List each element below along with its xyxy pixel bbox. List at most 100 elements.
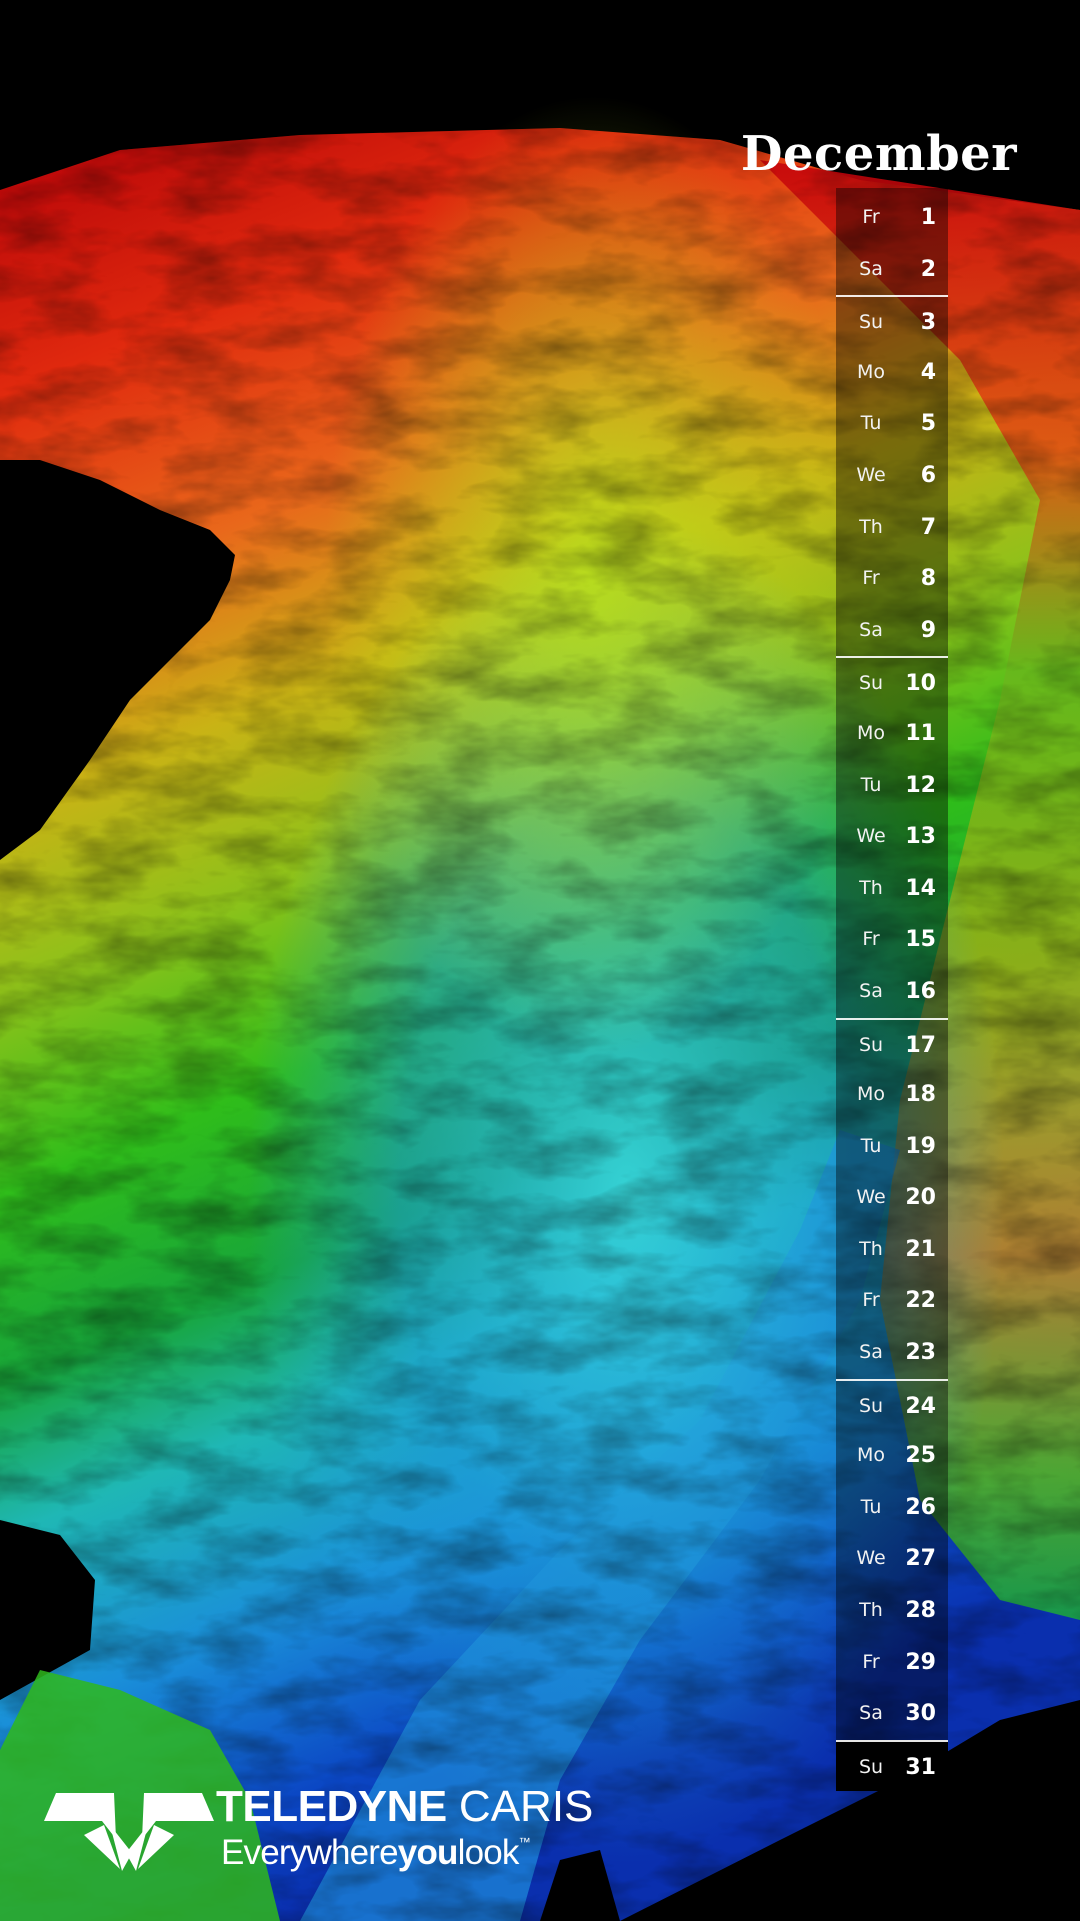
day-number: 1: [920, 205, 936, 230]
calendar-day-list: Fr 1 Sa 2 Su 3 Mo 4 Tu 5 We 6 Th 7 Fr 8 Sa 9 Su 10 Mo 11 Tu 12 W…: [836, 192, 948, 1792]
weekday-label: Mo: [856, 721, 886, 744]
calendar-day-row: Su 3: [836, 295, 948, 347]
day-number: 12: [905, 772, 936, 798]
calendar-day-row: Mo 25: [836, 1430, 948, 1482]
weekday-label: Sa: [859, 1702, 883, 1725]
day-number: 13: [905, 824, 936, 850]
tagline-part-2: you: [397, 1833, 459, 1872]
calendar-day-row: Sa 23: [836, 1327, 948, 1379]
weekday-label: Tu: [860, 773, 882, 796]
calendar-day-row: Fr 22: [836, 1275, 948, 1327]
day-number: 27: [905, 1546, 936, 1572]
calendar-day-row: Mo 4: [836, 347, 948, 399]
weekday-label: Fr: [862, 567, 880, 590]
day-number: 7: [920, 514, 936, 540]
calendar-day-row: Tu 26: [836, 1482, 948, 1534]
weekday-label: Fr: [862, 928, 880, 951]
weekday-label: Tu: [860, 412, 882, 435]
day-number: 21: [905, 1236, 936, 1262]
day-number: 17: [905, 1032, 936, 1058]
day-number: 31: [905, 1754, 936, 1780]
day-number: 4: [920, 359, 936, 385]
weekday-label: Sa: [859, 979, 883, 1002]
day-number: 24: [905, 1393, 936, 1419]
calendar-day-row: Mo 11: [836, 708, 948, 760]
day-number: 20: [905, 1185, 936, 1211]
calendar-day-row: We 6: [836, 450, 948, 502]
calendar-day-row: Su 24: [836, 1378, 948, 1431]
day-number: 30: [905, 1701, 936, 1727]
day-number: 28: [905, 1598, 936, 1624]
day-number: 5: [920, 411, 936, 437]
weekday-label: Mo: [856, 1083, 886, 1106]
weekday-label: Su: [858, 1033, 884, 1056]
day-number: 18: [905, 1082, 936, 1108]
calendar-day-row: Sa 2: [836, 244, 948, 296]
brand-tagline: Everywhereyoulook™: [221, 1833, 531, 1873]
calendar-day-row: Tu 19: [836, 1121, 948, 1173]
day-number: 14: [905, 875, 936, 901]
day-number: 19: [905, 1133, 936, 1159]
calendar-day-row: Tu 5: [836, 398, 948, 450]
calendar-day-row: We 27: [836, 1533, 948, 1585]
weekday-label: Fr: [862, 1650, 880, 1673]
trademark-symbol: ™: [518, 1835, 531, 1849]
brand-name: TELEDYNE CARIS: [216, 1782, 593, 1832]
brand-name-bold: TELEDYNE: [216, 1782, 447, 1831]
weekday-label: We: [856, 463, 886, 486]
calendar-day-row: Th 14: [836, 863, 948, 915]
weekday-label: Sa: [859, 618, 883, 641]
teledyne-logo-icon: [44, 1793, 214, 1871]
tagline-part-1: Everywhere: [221, 1833, 399, 1872]
day-number: 9: [920, 617, 936, 643]
day-number: 16: [905, 978, 936, 1004]
weekday-label: Su: [858, 672, 884, 695]
weekday-label: Su: [858, 311, 884, 334]
weekday-label: Mo: [856, 1444, 886, 1467]
calendar-day-row: Fr 1: [836, 192, 948, 244]
weekday-label: We: [856, 825, 886, 848]
calendar-day-row: Fr 8: [836, 553, 948, 605]
calendar-day-row: Sa 9: [836, 605, 948, 657]
calendar-day-row: Th 7: [836, 502, 948, 554]
day-number: 26: [905, 1494, 936, 1520]
weekday-label: Mo: [856, 360, 886, 383]
day-number: 29: [905, 1649, 936, 1675]
day-number: 22: [905, 1288, 936, 1314]
day-number: 23: [905, 1340, 936, 1366]
weekday-label: Tu: [860, 1134, 882, 1157]
calendar-day-row: Th 28: [836, 1585, 948, 1637]
calendar-day-row: We 20: [836, 1172, 948, 1224]
brand-name-light: CARIS: [446, 1782, 594, 1831]
day-number: 10: [905, 671, 936, 697]
calendar-day-row: Mo 18: [836, 1069, 948, 1121]
weekday-label: Sa: [859, 1341, 883, 1364]
calendar-day-row: Tu 12: [836, 760, 948, 812]
calendar-day-row: Fr 15: [836, 914, 948, 966]
weekday-label: Su: [858, 1394, 884, 1417]
calendar-day-row: Sa 30: [836, 1688, 948, 1740]
weekday-label: We: [856, 1547, 886, 1570]
calendar-day-row: Sa 16: [836, 966, 948, 1018]
weekday-label: We: [856, 1186, 886, 1209]
weekday-label: Tu: [860, 1495, 882, 1518]
calendar-day-row: Th 21: [836, 1224, 948, 1276]
day-number: 11: [905, 720, 936, 746]
day-number: 6: [920, 462, 936, 488]
weekday-label: Su: [858, 1755, 884, 1778]
weekday-label: Th: [859, 1237, 883, 1260]
day-number: 3: [920, 310, 936, 336]
weekday-label: Th: [859, 1599, 883, 1622]
calendar-day-row: We 13: [836, 811, 948, 863]
weekday-label: Th: [859, 876, 883, 899]
day-number: 2: [920, 256, 936, 282]
calendar-day-row: Fr 29: [836, 1637, 948, 1689]
month-title: December: [740, 126, 1017, 182]
day-number: 25: [905, 1443, 936, 1469]
weekday-label: Fr: [862, 206, 880, 228]
day-number: 15: [905, 927, 936, 953]
tagline-part-3: look: [457, 1833, 520, 1872]
day-number: 8: [920, 566, 936, 592]
weekday-label: Sa: [859, 257, 883, 280]
weekday-label: Fr: [862, 1289, 880, 1312]
